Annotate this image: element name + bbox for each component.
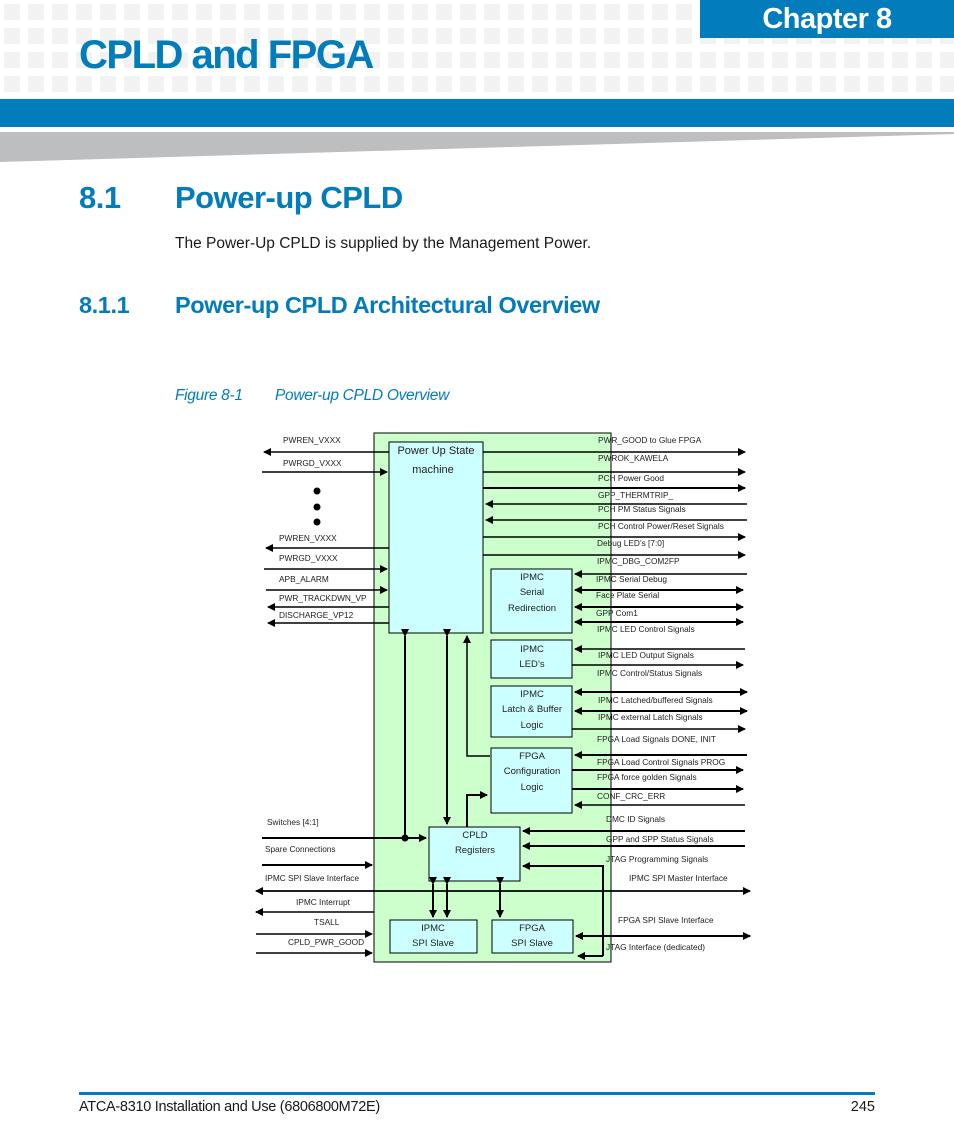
junction-dot bbox=[401, 834, 409, 842]
signal-label: PWREN_VXXX bbox=[279, 533, 337, 543]
signal-label: PCH PM Status Signals bbox=[598, 504, 686, 514]
signal-label: Face Plate Serial bbox=[596, 590, 659, 600]
signal-label: IPMC external Latch Signals bbox=[598, 712, 703, 722]
fpga-config-label-2: Configuration bbox=[504, 766, 561, 777]
fpga-spi-slave-label-2: SPI Slave bbox=[511, 938, 553, 949]
signal-label: PWRGD_VXXX bbox=[279, 553, 338, 563]
signal-label: DMC ID Signals bbox=[606, 814, 665, 824]
signal-label: GPP_THERMTRIP_ bbox=[598, 490, 674, 500]
ipmc-serial-label-3: Redirection bbox=[508, 603, 556, 614]
ipmc-latch-label-2: Latch & Buffer bbox=[502, 704, 562, 715]
ipmc-leds-label-2: LED’s bbox=[519, 659, 544, 670]
signal-label: PWROK_KAWELA bbox=[598, 453, 669, 463]
signal-label: PWRGD_VXXX bbox=[283, 458, 342, 468]
signal-label: IPMC Interrupt bbox=[296, 897, 351, 907]
right-signal-labels: PWR_GOOD to Glue FPGA PWROK_KAWELA PCH P… bbox=[596, 435, 728, 952]
signal-label: DISCHARGE_VP12 bbox=[279, 610, 354, 620]
ellipsis-dot bbox=[313, 487, 321, 495]
signal-label: PWREN_VXXX bbox=[283, 435, 341, 445]
signal-label: JTAG Programming Signals bbox=[606, 854, 708, 864]
cpld-registers-label-1: CPLD bbox=[462, 830, 487, 841]
signal-label: GPP Com1 bbox=[596, 608, 638, 618]
ipmc-latch-label-3: Logic bbox=[521, 720, 544, 731]
footer-document-title: ATCA-8310 Installation and Use (6806800M… bbox=[79, 1099, 380, 1115]
power-up-state-machine-label-2: machine bbox=[412, 464, 454, 476]
ipmc-spi-slave-label-2: SPI Slave bbox=[412, 938, 454, 949]
signal-label: Spare Connections bbox=[265, 844, 336, 854]
cpld-block-diagram: Power Up State machine IPMC Serial Redir… bbox=[255, 432, 751, 963]
signal-label: IPMC Latched/buffered Signals bbox=[598, 695, 713, 705]
ipmc-latch-label-1: IPMC bbox=[520, 689, 544, 700]
signal-label: FPGA Load Control Signals PROG bbox=[597, 757, 725, 767]
signal-label: IPMC Control/Status Signals bbox=[597, 668, 702, 678]
ipmc-serial-label-1: IPMC bbox=[520, 572, 544, 583]
signal-label: IPMC SPI Slave Interface bbox=[265, 873, 359, 883]
signal-label: PWR_GOOD to Glue FPGA bbox=[598, 435, 702, 445]
ipmc-serial-label-2: Serial bbox=[520, 587, 544, 598]
ipmc-spi-slave-label-1: IPMC bbox=[421, 923, 445, 934]
signal-label: PCH Control Power/Reset Signals bbox=[598, 521, 724, 531]
power-up-state-machine-label-1: Power Up State bbox=[397, 445, 474, 457]
footer-page-number: 245 bbox=[850, 1099, 875, 1115]
signal-label: APB_ALARM bbox=[279, 574, 329, 584]
ipmc-leds-label-1: IPMC bbox=[520, 644, 544, 655]
signal-label: FPGA Load Signals DONE, INIT bbox=[597, 734, 716, 744]
fpga-config-label-3: Logic bbox=[521, 782, 544, 793]
ellipsis-dot bbox=[313, 503, 321, 511]
signal-label: GPP and SPP Status Signals bbox=[606, 834, 714, 844]
signal-label: CONF_CRC_ERR bbox=[597, 791, 665, 801]
signal-label: IPMC LED Control Signals bbox=[597, 624, 695, 634]
signal-label: IPMC_DBG_COM2FP bbox=[597, 556, 680, 566]
left-signal-labels: PWREN_VXXX PWRGD_VXXX PWREN_VXXX PWRGD_V… bbox=[265, 435, 367, 947]
cpld-registers-label-2: Registers bbox=[455, 845, 495, 856]
signal-label: IPMC Serial Debug bbox=[596, 574, 667, 584]
ellipsis-dot bbox=[313, 518, 321, 526]
signal-label: PCH Power Good bbox=[598, 473, 664, 483]
fpga-config-label-1: FPGA bbox=[519, 751, 546, 762]
signal-label: FPGA SPI Slave Interface bbox=[618, 915, 714, 925]
signal-label: Debug LED’s [7:0] bbox=[597, 538, 664, 548]
fpga-spi-slave-label-1: FPGA bbox=[519, 923, 546, 934]
signal-label: Switches [4:1] bbox=[267, 817, 319, 827]
signal-label: IPMC LED Output Signals bbox=[598, 650, 694, 660]
signal-label: IPMC SPI Master Interface bbox=[629, 873, 728, 883]
signal-label: CPLD_PWR_GOOD bbox=[288, 937, 364, 947]
signal-label: FPGA force golden Signals bbox=[597, 772, 697, 782]
signal-label: PWR_TRACKDWN_VP bbox=[279, 593, 367, 603]
signal-label: TSALL bbox=[314, 917, 340, 927]
footer-rule bbox=[79, 1092, 875, 1095]
signal-label: JTAG Interface (dedicated) bbox=[606, 942, 705, 952]
